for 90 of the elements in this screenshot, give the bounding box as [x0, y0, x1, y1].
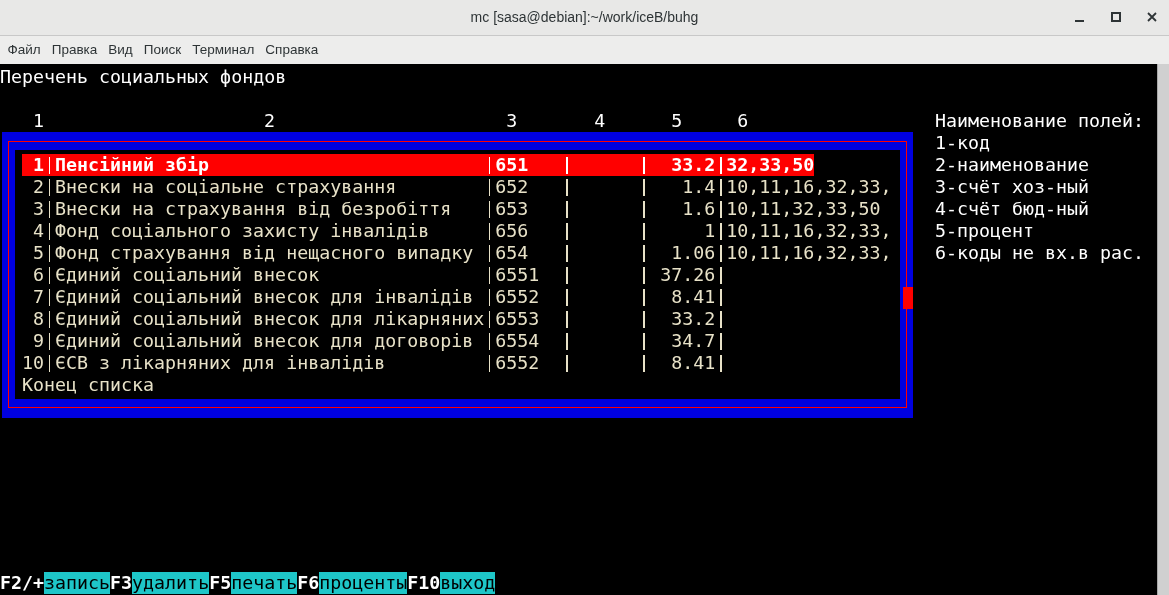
function-key-label[interactable]: удалить — [132, 572, 210, 594]
table-cell-text: 654 — [495, 242, 530, 264]
end-of-list-label: Конец списка — [22, 374, 155, 396]
function-key[interactable]: F3 — [110, 572, 133, 594]
table-cell-text: 34.7 — [670, 330, 716, 352]
column-header: 6 — [737, 110, 749, 131]
table-cell: Єдиний соціальний внесок для лікарняних — [55, 308, 485, 330]
column-header: 3 — [506, 110, 518, 131]
table-cell-text: 1.06 — [670, 242, 716, 264]
column-header: 2 — [264, 110, 276, 131]
legend-item: 4-счёт бюд-ный — [935, 198, 1091, 220]
table-row[interactable]: 6 Єдиний соціальний внесок 6551 37.26 — [22, 264, 727, 286]
table-cell-text: Внески на соціальне страхування — [55, 176, 398, 198]
table-cell-text: 8 — [32, 308, 44, 330]
function-key[interactable]: F5 — [209, 572, 232, 594]
table-row[interactable]: 10 ЄСВ з лікарняних для інвалідів 6552 8.41 — [22, 352, 727, 374]
table-cell-text: Єдиний соціальний внесок — [55, 264, 321, 286]
legend-item: 6-коды не вх.в рас. — [935, 242, 1145, 264]
window-title: mc [sasa@debian]:~/work/iceB/buhg — [470, 8, 699, 27]
function-key[interactable]: F2/+ — [0, 572, 45, 594]
table-cell-text: 9 — [32, 330, 44, 352]
menu-item[interactable]: Файл — [2, 39, 47, 61]
table-cell: 10,11,16,32,33, — [726, 220, 892, 242]
table-cell-text: 6 — [32, 264, 44, 286]
menu-item[interactable]: Вид — [102, 39, 139, 61]
table-cell-text: 6553 — [495, 308, 541, 330]
legend-item: 1-код — [935, 132, 992, 154]
table-cell-text: 1.6 — [681, 198, 716, 220]
table-cell-text: 1.4 — [681, 176, 716, 198]
table-row[interactable]: 2 Внески на соціальне страхування 652 1.4 10,11,16,32,33, — [22, 176, 892, 198]
table-cell-text: 6554 — [495, 330, 541, 352]
table-cell-text: 652 — [495, 176, 530, 198]
table-row[interactable]: 5 Фонд страхування від нещасного випадку 654 1.06 10,11,16,32,33, — [22, 242, 892, 264]
table-cell-text: 6552 — [495, 352, 541, 374]
table-cell-text: 8.41 — [670, 352, 716, 374]
menu-item[interactable]: Правка — [46, 39, 103, 61]
column-header: 1 — [33, 110, 44, 131]
column-header: 5 — [671, 110, 683, 131]
table-cell-text: 6552 — [495, 286, 541, 308]
table-row[interactable]: 1 Пенсійний збір 651 33.2 32,33,50 — [22, 154, 815, 176]
table-cell-text: Внески на страхування від безробіття — [55, 198, 453, 220]
maximize-icon[interactable] — [1111, 12, 1121, 22]
table-row[interactable]: 7 Єдиний соціальний внесок для інвалідів 6552 8.41 — [22, 286, 727, 308]
table-cell-text: 33.2 — [670, 154, 716, 176]
table-cell-text: 33.2 — [670, 308, 716, 330]
scrollbar[interactable] — [1157, 64, 1169, 595]
table-row[interactable]: 9 Єдиний соціальний внесок для договорів 6554 34.7 — [22, 330, 727, 352]
function-key[interactable]: F10 — [407, 572, 441, 594]
function-key[interactable]: F6 — [297, 572, 320, 594]
table-cell-text: Пенсійний збір — [55, 154, 211, 176]
table-cell-text: 3 — [32, 198, 44, 220]
menu-item[interactable]: Справка — [259, 39, 324, 61]
table-cell-text: Єдиний соціальний внесок для інвалідів — [55, 286, 475, 308]
table-cell-text: 8.41 — [670, 286, 716, 308]
table-cell-text: 651 — [495, 154, 530, 176]
table-cell-text: 6551 — [495, 264, 541, 286]
table-cell-text: 2 — [32, 176, 44, 198]
table-cell: 10,11,32,33,50 — [726, 198, 881, 220]
table-cell-text: 1 — [703, 220, 716, 242]
legend-item: 5-процент — [935, 220, 1036, 242]
table-cell-text: Фонд страхування від нещасного випадку — [55, 242, 475, 264]
table-cell-text: 656 — [495, 220, 530, 242]
table-cell: 10,11,16,32,33, — [726, 242, 892, 264]
screen-title: Перечень социальных фондов — [0, 66, 287, 88]
table-row[interactable]: 4 Фонд соціального захисту інвалідів 656 1 10,11,16,32,33, — [22, 220, 892, 242]
table-cell-text: 37.26 — [659, 264, 716, 286]
legend-item: 2-наименование — [935, 154, 1091, 176]
table-cell: 10 — [22, 352, 44, 374]
table-cell-text: ЄСВ з лікарняних для інвалідів — [55, 352, 387, 374]
menu-item[interactable]: Поиск — [138, 39, 187, 61]
table-cell: 10,11,16,32,33, — [726, 176, 892, 198]
table-cell-text: 4 — [32, 220, 44, 242]
close-icon[interactable] — [1147, 12, 1157, 22]
function-key-label[interactable]: печать — [231, 572, 298, 594]
table-cell: 32,33,50 — [726, 154, 815, 176]
column-header: 4 — [594, 110, 606, 131]
table-cell-text: 653 — [495, 198, 530, 220]
table-cell-text: Фонд соціального захисту інвалідів — [55, 220, 431, 242]
legend-title: Наименование полей: — [935, 110, 1145, 132]
menu-item[interactable]: Терминал — [186, 39, 260, 61]
table-cell-text: 7 — [32, 286, 44, 308]
function-key-label[interactable]: выход — [440, 572, 496, 594]
table-cell-text: 1 — [32, 154, 44, 176]
function-key-label[interactable]: проценты — [319, 572, 408, 594]
function-key-label[interactable]: запись — [44, 572, 111, 594]
table-row[interactable]: 3 Внески на страхування від безробіття 653 1.6 10,11,32,33,50 — [22, 198, 881, 220]
table-cell-text: 5 — [32, 242, 44, 264]
table-row[interactable]: 8 Єдиний соціальний внесок для лікарняних 6553 33.2 — [22, 308, 727, 330]
legend-item: 3-счёт хоз-ный — [935, 176, 1091, 198]
table-cell-text: Єдиний соціальний внесок для договорів — [55, 330, 475, 352]
